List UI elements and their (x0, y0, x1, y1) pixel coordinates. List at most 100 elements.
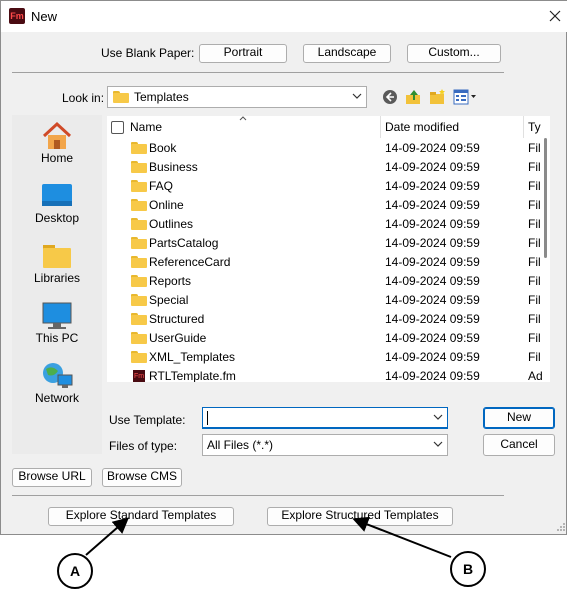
file-type: Fil (528, 331, 541, 345)
file-name: Outlines (149, 217, 194, 231)
libraries-icon (43, 245, 71, 268)
folder-icon (131, 142, 147, 154)
file-name: ReferenceCard (149, 255, 231, 269)
new-folder-icon[interactable] (429, 88, 447, 106)
select-all-checkbox[interactable] (111, 121, 124, 134)
file-name: Structured (149, 312, 205, 326)
file-date: 14-09-2024 09:59 (385, 217, 480, 231)
folder-icon (131, 180, 147, 192)
file-date: 14-09-2024 09:59 (385, 236, 480, 250)
framemaker-app-icon: Fm (9, 8, 25, 24)
explore-structured-templates-button[interactable]: Explore Structured Templates (267, 507, 453, 526)
close-icon[interactable] (546, 7, 564, 25)
file-type: Fil (528, 312, 541, 326)
list-item[interactable]: XML_Templates 14-09-2024 09:59 Fil (107, 348, 550, 367)
column-divider (523, 116, 524, 138)
resize-grip-icon[interactable] (556, 522, 566, 532)
file-type: Fil (528, 350, 541, 364)
column-header-date[interactable]: Date modified (385, 116, 459, 138)
place-label: Network (34, 391, 79, 405)
files-of-type-select[interactable]: All Files (*.*) (202, 434, 448, 456)
files-of-type-value: All Files (*.*) (207, 438, 274, 452)
blank-paper-label: Use Blank Paper: (101, 46, 195, 60)
file-name: Online (149, 198, 184, 212)
new-button[interactable]: New (483, 407, 555, 429)
folder-icon (131, 237, 147, 249)
window-title: New (31, 9, 58, 24)
file-type: Fil (528, 141, 541, 155)
list-item[interactable]: Business 14-09-2024 09:59 Fil (107, 158, 550, 177)
list-item[interactable]: Special 14-09-2024 09:59 Fil (107, 291, 550, 310)
column-header-name[interactable]: Name (130, 116, 162, 138)
file-name: Book (149, 141, 177, 155)
file-date: 14-09-2024 09:59 (385, 369, 480, 382)
use-template-input[interactable] (202, 407, 448, 429)
file-name: Special (149, 293, 189, 307)
file-type: Fil (528, 274, 541, 288)
file-name: PartsCatalog (149, 236, 219, 250)
separator-top (12, 72, 504, 73)
file-date: 14-09-2024 09:59 (385, 141, 480, 155)
file-list: Name Date modified Ty Book 14-09-2024 09:… (107, 116, 550, 382)
place-home[interactable]: Home (12, 121, 102, 165)
list-item[interactable]: Structured 14-09-2024 09:59 Fil (107, 310, 550, 329)
cancel-button[interactable]: Cancel (483, 434, 555, 456)
folder-icon (131, 351, 147, 363)
folder-icon (131, 256, 147, 268)
place-this-pc[interactable]: This PC (12, 301, 102, 345)
list-item[interactable]: PartsCatalog 14-09-2024 09:59 Fil (107, 234, 550, 253)
file-date: 14-09-2024 09:59 (385, 160, 480, 174)
up-folder-icon[interactable] (405, 88, 423, 106)
list-item[interactable]: FAQ 14-09-2024 09:59 Fil (107, 177, 550, 196)
title-bar: Fm New (1, 1, 568, 32)
view-menu-icon[interactable] (453, 89, 477, 105)
place-libraries[interactable]: Libraries (12, 241, 102, 285)
column-divider (380, 116, 381, 138)
file-date: 14-09-2024 09:59 (385, 350, 480, 364)
browse-cms-button[interactable]: Browse CMS (102, 468, 182, 487)
list-item[interactable]: ReferenceCard 14-09-2024 09:59 Fil (107, 253, 550, 272)
file-type: Fil (528, 236, 541, 250)
separator-bottom (12, 495, 504, 496)
folder-icon (131, 161, 147, 173)
chevron-down-icon[interactable] (433, 413, 443, 421)
file-name: FAQ (149, 179, 174, 193)
use-template-label: Use Template: (109, 413, 186, 427)
files-of-type-label: Files of type: (109, 439, 178, 453)
file-date: 14-09-2024 09:59 (385, 179, 480, 193)
file-type: Fil (528, 198, 541, 212)
desktop-icon (42, 184, 72, 206)
list-item[interactable]: Reports 14-09-2024 09:59 Fil (107, 272, 550, 291)
back-icon[interactable] (382, 89, 398, 105)
network-icon (43, 363, 73, 388)
folder-icon (131, 294, 147, 306)
browse-url-button[interactable]: Browse URL (12, 468, 92, 487)
folder-icon (131, 199, 147, 211)
custom-button[interactable]: Custom... (407, 44, 501, 63)
folder-icon (131, 313, 147, 325)
landscape-button[interactable]: Landscape (303, 44, 391, 63)
sort-up-icon (239, 116, 247, 121)
portrait-button[interactable]: Portrait (199, 44, 287, 63)
places-bar: Home Desktop Libraries This PC Network (12, 115, 102, 454)
look-in-value: Templates (134, 90, 189, 104)
column-header-type[interactable]: Ty (528, 116, 541, 138)
new-dialog: Fm New Use Blank Paper: Portrait Landsca… (0, 0, 568, 535)
file-list-scrollbar[interactable] (544, 138, 547, 258)
list-item[interactable]: Fm RTLTemplate.fm 14-09-2024 09:59 Ad (107, 367, 550, 382)
file-type: Fil (528, 255, 541, 269)
place-network[interactable]: Network (12, 361, 102, 405)
place-desktop[interactable]: Desktop (12, 181, 102, 225)
explore-standard-templates-button[interactable]: Explore Standard Templates (48, 507, 234, 526)
place-label: This PC (35, 331, 79, 345)
list-item[interactable]: Outlines 14-09-2024 09:59 Fil (107, 215, 550, 234)
file-type: Fil (528, 160, 541, 174)
framemaker-file-icon: Fm (133, 370, 145, 382)
callout-a: A (57, 553, 93, 589)
callout-b: B (450, 551, 486, 587)
look-in-select[interactable]: Templates (107, 86, 367, 108)
list-item[interactable]: UserGuide 14-09-2024 09:59 Fil (107, 329, 550, 348)
file-name: XML_Templates (149, 350, 236, 364)
list-item[interactable]: Online 14-09-2024 09:59 Fil (107, 196, 550, 215)
list-item[interactable]: Book 14-09-2024 09:59 Fil (107, 139, 550, 158)
